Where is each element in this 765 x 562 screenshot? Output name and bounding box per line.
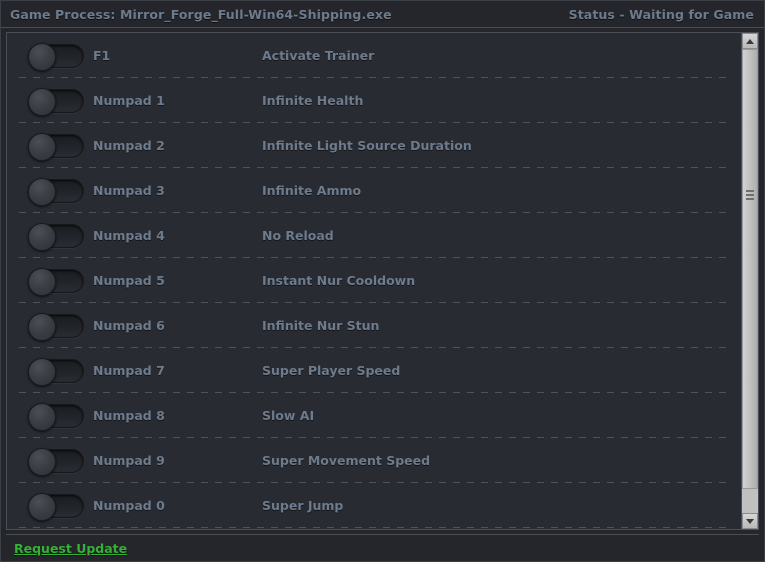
cheat-row: Numpad 1 Infinite Health	[7, 78, 741, 123]
toggle-knob	[28, 177, 56, 206]
cheat-row: Numpad 8 Slow AI	[7, 393, 741, 438]
cheat-row: Numpad 0 Super Jump	[7, 483, 741, 528]
scroll-up-button[interactable]	[742, 33, 758, 49]
toggle-knob	[28, 357, 56, 386]
toggle-cell	[7, 312, 93, 341]
toggle-cell	[7, 177, 93, 206]
cheat-toggle-switch[interactable]	[28, 402, 84, 431]
cheat-toggle-switch[interactable]	[28, 42, 84, 71]
triangle-up-icon	[746, 38, 754, 44]
cheat-description-label: Infinite Ammo	[262, 183, 362, 198]
cheat-row: Numpad 7 Super Player Speed	[7, 348, 741, 393]
cheat-toggle-switch[interactable]	[28, 87, 84, 116]
toggle-cell	[7, 42, 93, 71]
trainer-window: Game Process: Mirror_Forge_Full-Win64-Sh…	[0, 0, 765, 562]
toggle-cell	[7, 492, 93, 521]
cheat-description-label: No Reload	[262, 228, 334, 243]
cheat-row: Numpad 6 Infinite Nur Stun	[7, 303, 741, 348]
scrollbar-track[interactable]	[742, 49, 758, 513]
toggle-cell	[7, 447, 93, 476]
cheat-description-label: Infinite Light Source Duration	[262, 138, 472, 153]
triangle-down-icon	[746, 518, 754, 524]
cheat-toggle-switch[interactable]	[28, 492, 84, 521]
game-process-label: Game Process: Mirror_Forge_Full-Win64-Sh…	[10, 6, 392, 22]
cheat-description-label: Instant Nur Cooldown	[262, 273, 416, 288]
cheat-hotkey-label: Numpad 4	[93, 228, 165, 243]
status-label: Status - Waiting for Game	[568, 6, 754, 22]
cheat-description-label: Super Player Speed	[262, 363, 401, 378]
toggle-cell	[7, 222, 93, 251]
cheat-hotkey-label: Numpad 3	[93, 183, 165, 198]
cheat-toggle-switch[interactable]	[28, 222, 84, 251]
cheat-row: Numpad 9 Super Movement Speed	[7, 438, 741, 483]
cheat-hotkey-label: Numpad 6	[93, 318, 165, 333]
toggle-cell	[7, 267, 93, 296]
toggle-knob	[28, 447, 56, 476]
toggle-knob	[28, 312, 56, 341]
cheat-row: Numpad 3 Infinite Ammo	[7, 168, 741, 213]
cheat-hotkey-label: Numpad 1	[93, 93, 165, 108]
cheat-toggle-switch[interactable]	[28, 132, 84, 161]
toggle-knob	[28, 132, 56, 161]
cheat-row: Numpad 4 No Reload	[7, 213, 741, 258]
cheat-hotkey-label: Numpad 2	[93, 138, 165, 153]
cheat-hotkey-label: Numpad 8	[93, 408, 165, 423]
cheat-description-label: Super Movement Speed	[262, 453, 431, 468]
toggle-knob	[28, 87, 56, 116]
cheat-list-panel: F1 Activate Trainer Numpad 1 Infinite Healt…	[6, 32, 759, 530]
cheat-hotkey-label: Numpad 5	[93, 273, 165, 288]
toggle-cell	[7, 87, 93, 116]
toggle-knob	[28, 402, 56, 431]
vertical-scrollbar[interactable]	[741, 33, 758, 529]
cheat-row: Numpad 5 Instant Nur Cooldown	[7, 258, 741, 303]
cheat-hotkey-label: Numpad 9	[93, 453, 165, 468]
header-bar: Game Process: Mirror_Forge_Full-Win64-Sh…	[1, 1, 764, 28]
toggle-knob	[28, 267, 56, 296]
cheat-toggle-switch[interactable]	[28, 312, 84, 341]
toggle-cell	[7, 132, 93, 161]
cheat-list-viewport: F1 Activate Trainer Numpad 1 Infinite Healt…	[7, 33, 741, 529]
cheat-description-label: Infinite Nur Stun	[262, 318, 380, 333]
toggle-cell	[7, 402, 93, 431]
cheat-toggle-switch[interactable]	[28, 177, 84, 206]
cheat-toggle-switch[interactable]	[28, 267, 84, 296]
cheat-row: F1 Activate Trainer	[7, 33, 741, 78]
toggle-knob	[28, 222, 56, 251]
scrollbar-grip-icon	[746, 188, 754, 202]
scrollbar-thumb[interactable]	[742, 49, 758, 489]
cheat-description-label: Activate Trainer	[262, 48, 375, 63]
cheat-toggle-switch[interactable]	[28, 447, 84, 476]
cheat-hotkey-label: Numpad 0	[93, 498, 165, 513]
cheat-hotkey-label: F1	[93, 48, 111, 63]
cheat-description-label: Slow AI	[262, 408, 315, 423]
cheat-description-label: Super Jump	[262, 498, 344, 513]
footer-bar: Request Update	[6, 534, 759, 561]
toggle-knob	[28, 492, 56, 521]
cheat-hotkey-label: Numpad 7	[93, 363, 165, 378]
toggle-knob	[28, 42, 56, 71]
scroll-down-button[interactable]	[742, 513, 758, 529]
toggle-cell	[7, 357, 93, 386]
cheat-row: Numpad 2 Infinite Light Source Duration	[7, 123, 741, 168]
cheat-toggle-switch[interactable]	[28, 357, 84, 386]
cheat-description-label: Infinite Health	[262, 93, 364, 108]
cheat-list: F1 Activate Trainer Numpad 1 Infinite Healt…	[7, 33, 741, 528]
request-update-link[interactable]: Request Update	[14, 541, 127, 556]
